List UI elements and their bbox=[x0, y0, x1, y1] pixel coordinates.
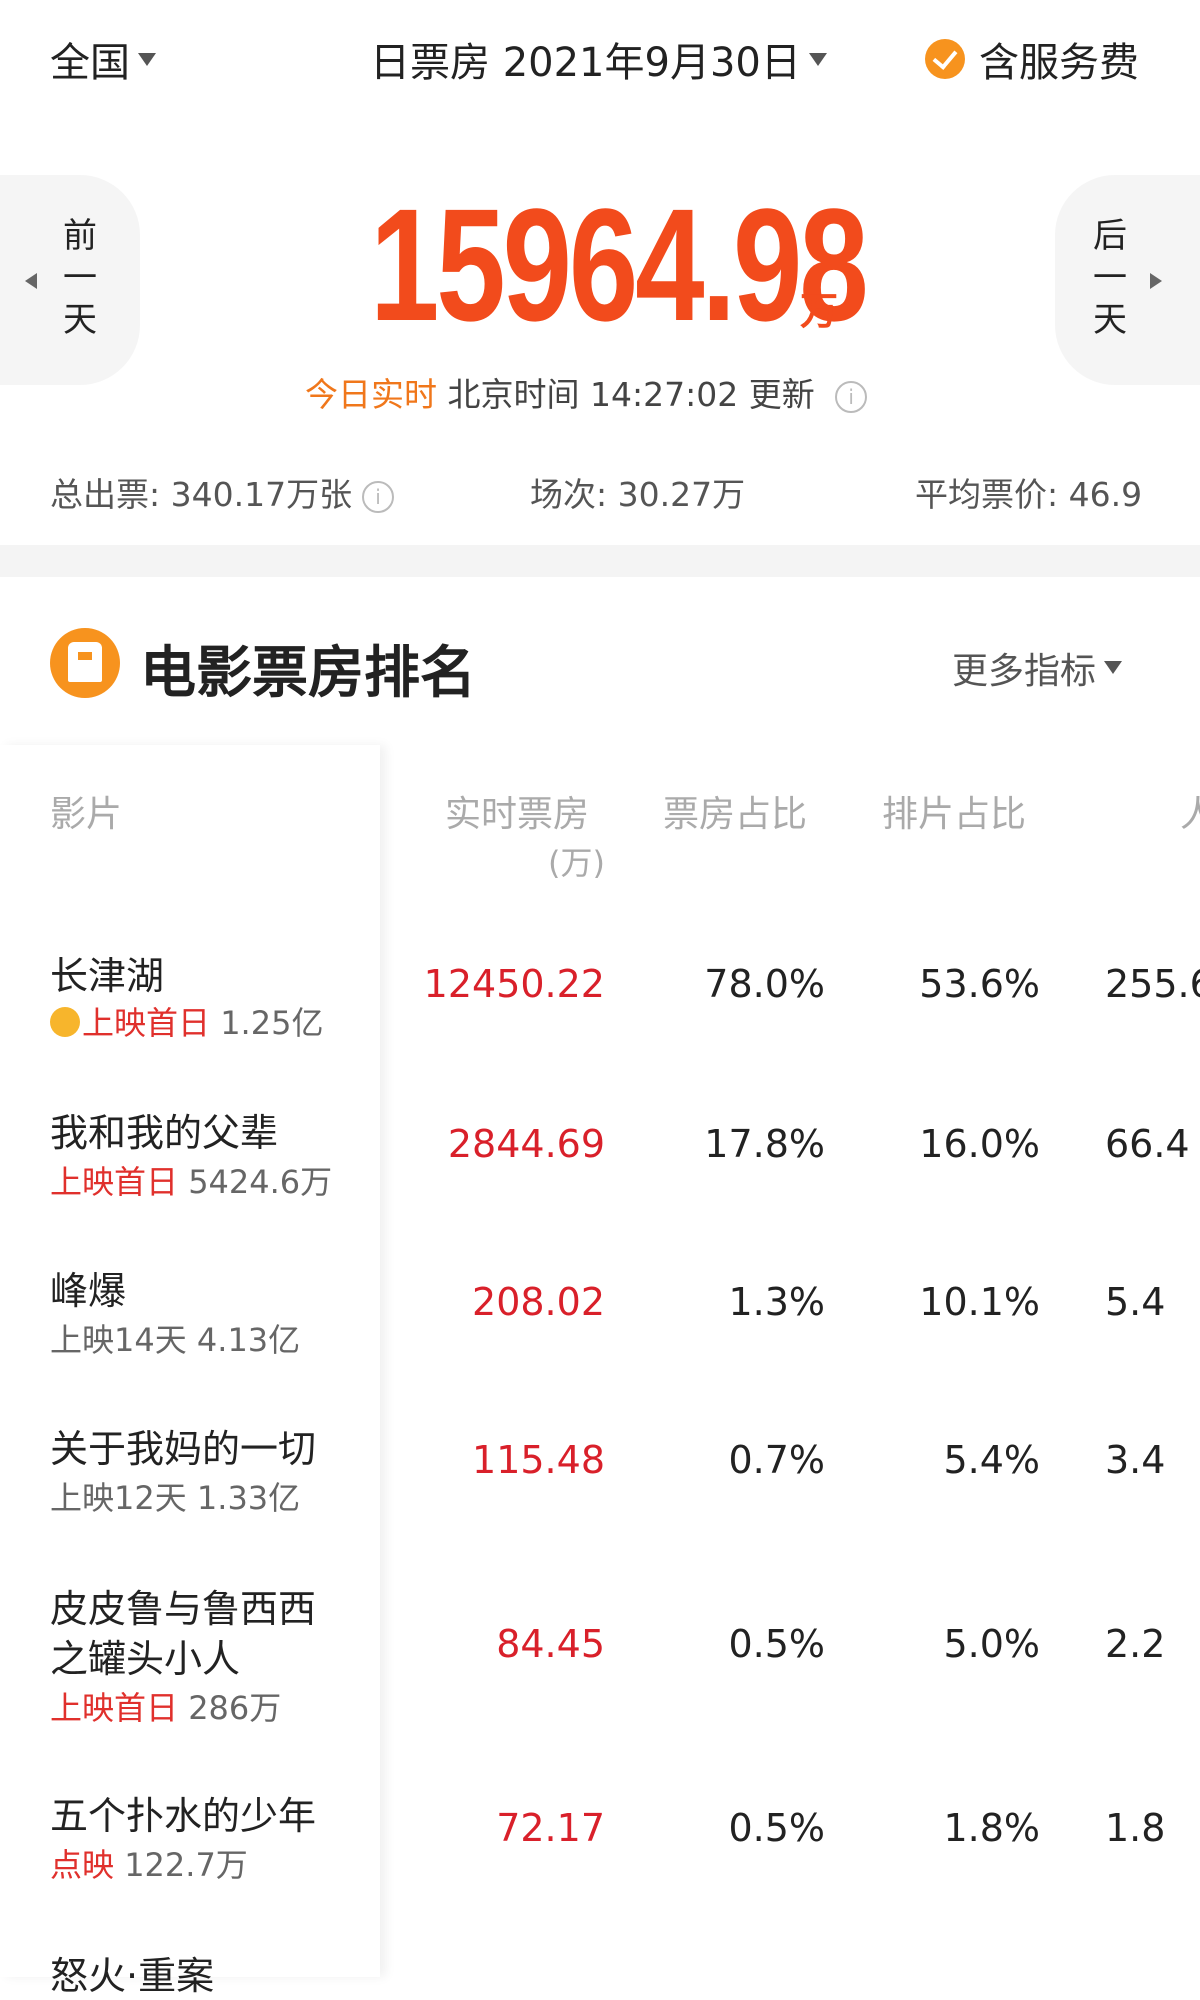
total-unit: 万 bbox=[800, 289, 839, 333]
col-header-gross[interactable]: 实时票房 bbox=[445, 785, 589, 837]
section-title: 电影票房排名 bbox=[140, 641, 476, 706]
total-box-office: 15964.98 bbox=[370, 175, 869, 354]
prev-day-button[interactable]: 前一天 bbox=[0, 175, 140, 385]
section-divider bbox=[0, 545, 1200, 577]
ranking-icon bbox=[50, 628, 120, 698]
people-value: 66.4 bbox=[1105, 1122, 1190, 1166]
share-value: 17.8% bbox=[704, 1122, 825, 1166]
service-fee-label: 含服务费 bbox=[979, 40, 1139, 86]
checkmark-icon bbox=[925, 39, 965, 79]
gross-value: 208.02 bbox=[472, 1280, 605, 1324]
people-value: 255.6 bbox=[1105, 962, 1200, 1006]
next-day-button[interactable]: 后一天 bbox=[1055, 175, 1200, 385]
film-title[interactable]: 皮皮鲁与鲁西西 bbox=[50, 1578, 316, 1633]
region-selector[interactable]: 全国 bbox=[50, 30, 156, 88]
gross-value: 115.48 bbox=[472, 1438, 605, 1482]
caret-down-icon bbox=[808, 52, 827, 66]
schedule-value: 10.1% bbox=[919, 1280, 1040, 1324]
film-status: 上映首日 1.25亿 bbox=[50, 998, 323, 1044]
schedule-value: 16.0% bbox=[919, 1122, 1040, 1166]
realtime-label: 今日实时 bbox=[305, 375, 437, 414]
film-status: 上映12天 1.33亿 bbox=[50, 1479, 301, 1517]
people-value: 1.8 bbox=[1105, 1806, 1166, 1850]
more-metrics-label: 更多指标 bbox=[952, 651, 1097, 692]
arrow-left-icon bbox=[25, 273, 37, 289]
schedule-value: 5.0% bbox=[943, 1622, 1040, 1666]
film-status: 上映首日 286万 bbox=[50, 1689, 282, 1727]
share-value: 78.0% bbox=[704, 962, 825, 1006]
total-tickets: 总出票: 340.17万张 i bbox=[50, 468, 395, 516]
realtime-update: 今日实时 北京时间 14:27:02 更新 i bbox=[305, 368, 868, 416]
col-header-gross-unit: (万) bbox=[548, 844, 605, 882]
people-value: 2.2 bbox=[1105, 1622, 1166, 1666]
info-icon[interactable]: i bbox=[835, 380, 868, 413]
film-title-line2[interactable]: 之罐头小人 bbox=[50, 1628, 240, 1683]
medal-icon bbox=[50, 1007, 80, 1037]
film-title[interactable]: 我和我的父辈 bbox=[50, 1102, 278, 1157]
col-header-film: 影片 bbox=[50, 794, 123, 835]
region-label: 全国 bbox=[50, 40, 130, 86]
people-value: 5.4 bbox=[1105, 1280, 1166, 1324]
average-price: 平均票价: 46.9 bbox=[915, 475, 1143, 514]
arrow-right-icon bbox=[1150, 273, 1162, 289]
gross-value: 84.45 bbox=[496, 1622, 605, 1666]
film-title[interactable]: 五个扑水的少年 bbox=[50, 1785, 316, 1840]
col-header-people[interactable]: 人 bbox=[1180, 785, 1200, 837]
top-bar: 全国 日票房 2021年9月30日 含服务费 bbox=[0, 0, 1200, 120]
gross-value: 12450.22 bbox=[423, 962, 605, 1006]
schedule-value: 1.8% bbox=[943, 1806, 1040, 1850]
share-value: 1.3% bbox=[728, 1280, 825, 1324]
people-value: 3.4 bbox=[1105, 1438, 1166, 1482]
info-icon[interactable]: i bbox=[362, 480, 395, 513]
film-title[interactable]: 峰爆 bbox=[50, 1260, 126, 1315]
film-title[interactable]: 长津湖 bbox=[50, 945, 164, 1000]
date-label: 日票房 2021年9月30日 bbox=[370, 40, 801, 86]
schedule-value: 53.6% bbox=[919, 962, 1040, 1006]
col-header-schedule[interactable]: 排片占比 bbox=[882, 785, 1026, 837]
total-tickets-label: 总出票: 340.17万张 bbox=[50, 475, 353, 514]
film-status: 点映 122.7万 bbox=[50, 1846, 248, 1884]
share-value: 0.5% bbox=[728, 1806, 825, 1850]
gross-value: 2844.69 bbox=[447, 1122, 605, 1166]
service-fee-toggle[interactable]: 含服务费 bbox=[925, 30, 1139, 88]
date-selector[interactable]: 日票房 2021年9月30日 bbox=[370, 30, 827, 88]
film-title[interactable]: 怒火·重案 bbox=[50, 1945, 214, 2000]
film-title[interactable]: 关于我妈的一切 bbox=[50, 1418, 316, 1473]
film-status: 上映首日 5424.6万 bbox=[50, 1163, 333, 1201]
schedule-value: 5.4% bbox=[943, 1438, 1040, 1482]
update-time: 北京时间 14:27:02 更新 bbox=[447, 375, 815, 414]
shows-count: 场次: 30.27万 bbox=[530, 475, 746, 514]
gross-value: 72.17 bbox=[496, 1806, 605, 1850]
share-value: 0.7% bbox=[728, 1438, 825, 1482]
caret-down-icon bbox=[138, 52, 156, 66]
film-status: 上映14天 4.13亿 bbox=[50, 1321, 301, 1359]
next-day-label: 后一天 bbox=[1093, 216, 1127, 340]
share-value: 0.5% bbox=[728, 1622, 825, 1666]
more-metrics-button[interactable]: 更多指标 bbox=[952, 642, 1123, 694]
col-header-share[interactable]: 票房占比 bbox=[663, 785, 807, 837]
caret-down-icon bbox=[1104, 660, 1123, 674]
prev-day-label: 前一天 bbox=[63, 216, 97, 340]
